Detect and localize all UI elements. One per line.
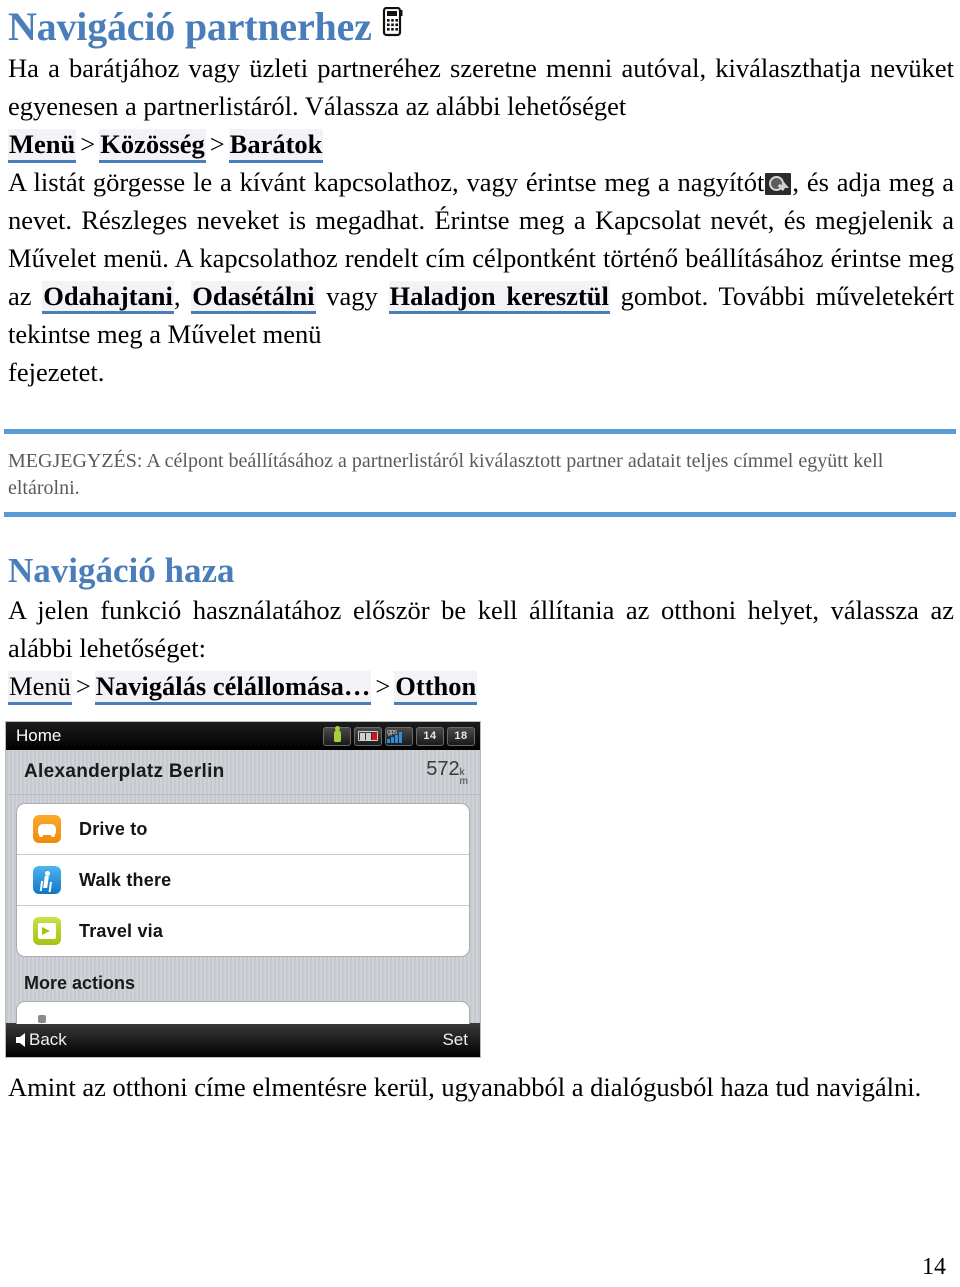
action-label: Walk there bbox=[79, 869, 172, 890]
page-title: Navigáció partnerhez bbox=[0, 0, 960, 49]
car-icon bbox=[33, 815, 61, 843]
path2-separator: > bbox=[75, 671, 91, 701]
device-title-bar: Home gps 14 18 bbox=[6, 722, 480, 750]
time-icon: 18 bbox=[447, 726, 475, 746]
device-action-card: Drive to Walk there Travel via bbox=[16, 803, 470, 957]
magnifier-icon bbox=[765, 173, 792, 195]
device-action-list: Drive to Walk there Travel via bbox=[6, 795, 480, 965]
device-bottom-bar: Back Set bbox=[6, 1023, 480, 1057]
instruction-text-c: vagy bbox=[326, 281, 378, 311]
section-title-navigate-home: Navigáció haza bbox=[8, 551, 235, 590]
section1-instruction-paragraph: A listát görgesse le a kívánt kapcsolath… bbox=[0, 163, 960, 391]
section1-intro-paragraph: Ha a barátjához vagy üzleti partneréhez … bbox=[8, 53, 954, 121]
device-action-walk-there[interactable]: Walk there bbox=[17, 855, 469, 906]
distance-unit: km bbox=[459, 768, 468, 787]
path-separator: > bbox=[209, 129, 225, 159]
device-more-actions-list-partial[interactable] bbox=[6, 1001, 480, 1024]
path-item-community[interactable]: Közösség bbox=[99, 129, 206, 163]
path2-item-home[interactable]: Otthon bbox=[394, 671, 478, 705]
distance-unit-bottom: m bbox=[459, 776, 468, 787]
device-partial-row[interactable] bbox=[16, 1001, 470, 1024]
button-ref-travel-via[interactable]: Haladjon keresztül bbox=[388, 281, 610, 314]
device-screen-title: Home bbox=[16, 726, 62, 745]
section2-intro-paragraph: A jelen funkció használatához először be… bbox=[8, 595, 954, 663]
destination-name: Alexanderplatz Berlin bbox=[24, 761, 225, 782]
note-block: MEGJEGYZÉS: A célpont beállításához a pa… bbox=[0, 434, 960, 512]
device-status-icons: gps 14 18 bbox=[323, 726, 475, 746]
destination-distance: 572 k m bbox=[426, 758, 468, 787]
path-separator: > bbox=[80, 129, 96, 159]
note-text: MEGJEGYZÉS: A célpont beállításához a pa… bbox=[8, 450, 884, 499]
device-action-travel-via[interactable]: Travel via bbox=[17, 906, 469, 956]
breadcrumb-path-1: Menü > Közösség > Barátok bbox=[0, 125, 960, 163]
mobile-phone-icon bbox=[382, 2, 404, 46]
back-button-label: Back bbox=[29, 1030, 67, 1049]
path2-item-menu[interactable]: Menü bbox=[8, 671, 72, 705]
device-action-drive-to[interactable]: Drive to bbox=[17, 804, 469, 855]
section2-closing-paragraph: Amint az otthoni címe elmentésre kerül, … bbox=[8, 1072, 922, 1102]
gps-signal-icon: gps bbox=[385, 726, 413, 746]
gps-label: gps bbox=[387, 728, 397, 736]
instruction-text-a: A listát görgesse le a kívánt kapcsolath… bbox=[8, 167, 765, 197]
device-more-actions-header: More actions bbox=[6, 965, 480, 1001]
waypoint-flag-icon bbox=[33, 917, 61, 945]
action-label: Travel via bbox=[79, 920, 164, 941]
breadcrumb-path-2: Menü > Navigálás célállomása… > Otthon bbox=[0, 667, 960, 705]
battery-status-icon bbox=[354, 726, 382, 746]
pedestrian-status-icon bbox=[323, 726, 351, 746]
path2-item-navigate-to[interactable]: Navigálás célállomása… bbox=[94, 671, 372, 705]
comma: , bbox=[173, 281, 181, 311]
action-label: Drive to bbox=[79, 818, 148, 839]
distance-value: 572 bbox=[426, 758, 460, 780]
path-item-menu[interactable]: Menü bbox=[8, 129, 77, 163]
set-button[interactable]: Set bbox=[442, 1030, 468, 1050]
device-screenshot: Home gps 14 18 Alexanderplatz Berlin 572… bbox=[5, 721, 481, 1058]
document-page: Navigáció partnerhez Ha a barátjához vag… bbox=[0, 0, 960, 1287]
back-button[interactable]: Back bbox=[16, 1030, 442, 1050]
page-number: 14 bbox=[922, 1254, 946, 1280]
button-ref-walk-there[interactable]: Odasétálni bbox=[191, 281, 316, 314]
path-item-friends[interactable]: Barátok bbox=[228, 129, 324, 163]
path2-separator: > bbox=[375, 671, 391, 701]
pedestrian-icon bbox=[33, 866, 61, 894]
instruction-text-e: fejezetet. bbox=[8, 357, 105, 387]
page-title-text: Navigáció partnerhez bbox=[8, 4, 372, 49]
back-arrow-icon bbox=[16, 1033, 25, 1047]
device-destination-bar: Alexanderplatz Berlin 572 k m bbox=[6, 750, 480, 795]
satellites-count-icon: 14 bbox=[416, 726, 444, 746]
button-ref-drive-to[interactable]: Odahajtani bbox=[42, 281, 174, 314]
